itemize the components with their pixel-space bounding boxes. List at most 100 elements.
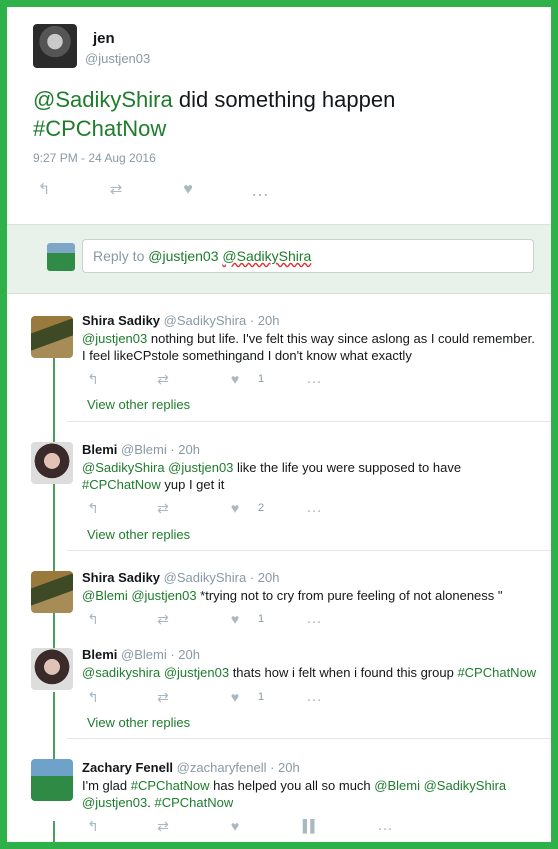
heart-icon[interactable]: ♥ xyxy=(224,816,246,836)
avatar[interactable] xyxy=(31,648,73,690)
reply-body: *trying not to cry from pure feeling of … xyxy=(196,588,503,603)
heart-icon[interactable]: ♥ xyxy=(224,687,246,707)
more-icon[interactable]: … xyxy=(374,816,396,836)
reply-text: @Blemi @justjen03 *trying not to cry fro… xyxy=(82,587,537,604)
reply-mention: @justjen03 xyxy=(148,248,219,264)
tweet-timestamp[interactable]: 9:27 PM - 24 Aug 2016 xyxy=(33,151,156,165)
mention-link[interactable]: @Blemi @justjen03 xyxy=(82,588,197,603)
reply-author[interactable]: Blemi xyxy=(82,442,117,457)
reply-actions: ↰ ⇄ ♥ 1 … xyxy=(82,687,342,707)
avatar[interactable] xyxy=(31,759,73,801)
author-handle[interactable]: @justjen03 xyxy=(85,51,150,66)
reply-icon[interactable]: ↰ xyxy=(82,687,104,707)
retweet-icon[interactable]: ⇄ xyxy=(152,816,174,836)
hashtag-link[interactable]: #CPChatNow xyxy=(33,116,166,141)
reply-text: @SadikyShira @justjen03 like the life yo… xyxy=(82,459,537,493)
reply-icon[interactable]: ↰ xyxy=(82,609,104,629)
reply-item[interactable]: Blemi @Blemi · 20h @SadikyShira @justjen… xyxy=(7,422,551,550)
reply-item[interactable]: Shira Sadiky @SadikyShira · 20h @justjen… xyxy=(7,296,551,421)
reply-meta: @zacharyfenell · 20h xyxy=(176,760,300,775)
tweet-text: @SadikyShira did something happen #CPCha… xyxy=(33,85,533,143)
more-icon[interactable]: … xyxy=(303,498,325,518)
heart-icon[interactable]: ♥ xyxy=(224,369,246,389)
tweet-actions: ↰ ⇄ ♥ … xyxy=(33,179,273,201)
heart-icon[interactable]: ♥ xyxy=(177,179,199,201)
reply-placeholder: Reply to xyxy=(93,248,149,264)
tweet-body: did something happen xyxy=(172,87,396,112)
reply-icon[interactable]: ↰ xyxy=(82,816,104,836)
reply-item[interactable]: Shira Sadiky @SadikyShira · 20h @Blemi @… xyxy=(7,551,551,636)
reply-header: Shira Sadiky @SadikyShira · 20h xyxy=(82,570,279,585)
reply-meta: @Blemi · 20h xyxy=(121,442,200,457)
mention-link[interactable]: @sadikyshira @justjen03 xyxy=(82,665,229,680)
like-count: 2 xyxy=(258,502,265,514)
reply-meta: @SadikyShira · 20h xyxy=(163,570,280,585)
reply-icon[interactable]: ↰ xyxy=(33,179,55,201)
hashtag-link[interactable]: #CPChatNow xyxy=(82,477,161,492)
reply-mention: @SadikyShira xyxy=(222,248,312,264)
like-count: 1 xyxy=(258,691,265,703)
reply-item[interactable]: Blemi @Blemi · 20h @sadikyshira @justjen… xyxy=(7,636,551,738)
reply-meta: @SadikyShira · 20h xyxy=(163,313,280,328)
reply-body: I'm glad xyxy=(82,778,131,793)
avatar[interactable] xyxy=(33,24,77,68)
mention-link[interactable]: @justjen03 xyxy=(82,795,147,810)
hashtag-link[interactable]: #CPChatNow xyxy=(457,665,536,680)
author-name[interactable]: jen xyxy=(93,30,115,47)
reply-body: like the life you were supposed to have xyxy=(233,460,462,475)
reply-icon[interactable]: ↰ xyxy=(82,369,104,389)
view-other-replies-link[interactable]: View other replies xyxy=(87,527,190,542)
reply-body: has helped you all so much xyxy=(209,778,375,793)
reply-actions: ↰ ⇄ ♥ 2 … xyxy=(82,498,342,518)
retweet-icon[interactable]: ⇄ xyxy=(152,369,174,389)
reply-author[interactable]: Shira Sadiky xyxy=(82,570,160,585)
reply-actions: ↰ ⇄ ♥ 1 … xyxy=(82,609,342,629)
reply-actions: ↰ ⇄ ♥ ▐▐ … xyxy=(82,816,402,836)
hashtag-link[interactable]: #CPChatNow xyxy=(131,778,210,793)
reply-text: @sadikyshira @justjen03 thats how i felt… xyxy=(82,664,537,681)
mention-link[interactable]: @SadikyShira xyxy=(33,87,173,112)
reply-header: Shira Sadiky @SadikyShira · 20h xyxy=(82,313,279,328)
more-icon[interactable]: … xyxy=(303,369,325,389)
more-icon[interactable]: … xyxy=(249,179,271,201)
heart-icon[interactable]: ♥ xyxy=(224,609,246,629)
reply-body: yup I get it xyxy=(160,477,225,492)
reply-actions: ↰ ⇄ ♥ 1 … xyxy=(82,369,342,389)
reply-text: I'm glad #CPChatNow has helped you all s… xyxy=(82,777,537,811)
reply-body: nothing but life. I've felt this way sin… xyxy=(82,331,535,363)
reply-input[interactable]: Reply to @justjen03 @SadikyShira xyxy=(82,239,534,273)
retweet-icon[interactable]: ⇄ xyxy=(152,687,174,707)
mention-link[interactable]: @justjen03 xyxy=(82,331,147,346)
reply-header: Zachary Fenell @zacharyfenell · 20h xyxy=(82,760,300,775)
reply-author[interactable]: Blemi xyxy=(82,647,117,662)
avatar[interactable] xyxy=(31,442,73,484)
avatar[interactable] xyxy=(31,316,73,358)
main-tweet: jen @justjen03 @SadikyShira did somethin… xyxy=(7,7,551,229)
hashtag-link[interactable]: #CPChatNow xyxy=(154,795,233,810)
retweet-icon[interactable]: ⇄ xyxy=(152,609,174,629)
avatar xyxy=(47,243,75,271)
reply-icon[interactable]: ↰ xyxy=(82,498,104,518)
reply-item[interactable]: Zachary Fenell @zacharyfenell · 20h I'm … xyxy=(7,739,551,842)
more-icon[interactable]: … xyxy=(303,687,325,707)
avatar[interactable] xyxy=(31,571,73,613)
reply-header: Blemi @Blemi · 20h xyxy=(82,647,200,662)
like-count: 1 xyxy=(258,373,265,385)
reply-text: @justjen03 nothing but life. I've felt t… xyxy=(82,330,537,364)
more-icon[interactable]: … xyxy=(303,609,325,629)
reply-header: Blemi @Blemi · 20h xyxy=(82,442,200,457)
reply-body: thats how i felt when i found this group xyxy=(229,665,458,680)
reply-author[interactable]: Shira Sadiky xyxy=(82,313,160,328)
reply-composer: Reply to @justjen03 @SadikyShira xyxy=(7,224,551,294)
reply-author[interactable]: Zachary Fenell xyxy=(82,760,173,775)
view-other-replies-link[interactable]: View other replies xyxy=(87,397,190,412)
reply-meta: @Blemi · 20h xyxy=(121,647,200,662)
heart-icon[interactable]: ♥ xyxy=(224,498,246,518)
analytics-icon[interactable]: ▐▐ xyxy=(295,816,317,836)
retweet-icon[interactable]: ⇄ xyxy=(152,498,174,518)
reply-thread: Shira Sadiky @SadikyShira · 20h @justjen… xyxy=(7,296,551,842)
mention-link[interactable]: @Blemi @SadikyShira xyxy=(374,778,506,793)
retweet-icon[interactable]: ⇄ xyxy=(105,179,127,201)
mention-link[interactable]: @SadikyShira @justjen03 xyxy=(82,460,233,475)
view-other-replies-link[interactable]: View other replies xyxy=(87,715,190,730)
